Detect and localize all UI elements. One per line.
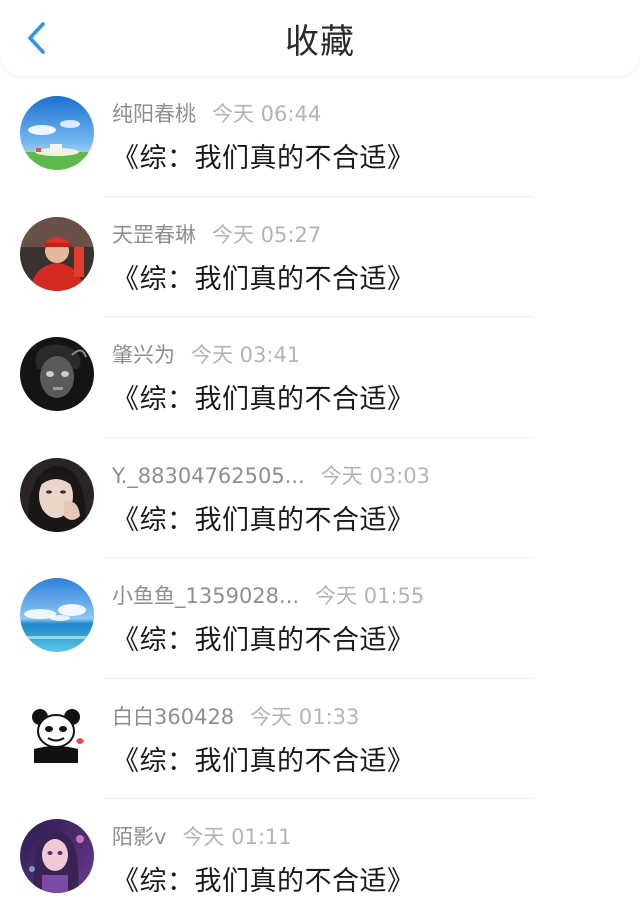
sky-landscape-avatar[interactable] — [20, 96, 94, 170]
author-name[interactable]: Y._88304762505... — [112, 464, 305, 488]
list-item[interactable]: 肇兴为 今天 03:41 《综：我们真的不合适》 — [0, 317, 640, 438]
item-meta: 纯阳春桃 今天 06:44 — [112, 98, 321, 128]
item-meta: 白白360428 今天 01:33 — [112, 701, 359, 731]
item-meta: 肇兴为 今天 03:41 — [112, 339, 300, 369]
author-name[interactable]: 天罡春琳 — [112, 223, 196, 247]
ocean-sky-avatar[interactable] — [20, 578, 94, 652]
list-item[interactable]: 天罡春琳 今天 05:27 《综：我们真的不合适》 — [0, 197, 640, 317]
book-title[interactable]: 《综：我们真的不合适》 — [112, 618, 415, 657]
item-meta: 小鱼鱼_1359028... 今天 01:55 — [112, 580, 424, 610]
timestamp: 今天 01:55 — [315, 584, 425, 608]
book-title[interactable]: 《综：我们真的不合适》 — [112, 739, 415, 778]
author-name[interactable]: 白白360428 — [112, 705, 234, 729]
author-name[interactable]: 肇兴为 — [112, 343, 175, 367]
timestamp: 今天 03:41 — [191, 343, 301, 367]
list-item[interactable]: 小鱼鱼_1359028... 今天 01:55 《综：我们真的不合适》 — [0, 558, 640, 679]
list-item[interactable]: Y._88304762505... 今天 03:03 《综：我们真的不合适》 — [0, 438, 640, 558]
timestamp: 今天 01:11 — [182, 825, 292, 849]
timestamp: 今天 03:03 — [320, 463, 430, 488]
timestamp: 今天 06:44 — [212, 102, 322, 126]
page-title: 收藏 — [285, 22, 355, 62]
girl-selfie-avatar[interactable] — [20, 457, 94, 532]
timestamp: 今天 01:33 — [250, 704, 360, 729]
item-meta: 陌影v 今天 01:11 — [112, 821, 292, 851]
book-title[interactable]: 《综：我们真的不合适》 — [112, 257, 415, 296]
list-item[interactable]: 白白360428 今天 01:33 《综：我们真的不合适》 — [0, 679, 640, 799]
book-title[interactable]: 《综：我们真的不合适》 — [112, 377, 415, 416]
anime-girl-avatar[interactable] — [20, 819, 94, 893]
favorites-list: 纯阳春桃 今天 06:44 《综：我们真的不合适》 天罡春琳 今天 05:27 《综… — [0, 76, 640, 920]
book-title[interactable]: 《综：我们真的不合适》 — [112, 136, 415, 175]
author-name[interactable]: 陌影v — [112, 825, 166, 849]
list-item[interactable]: 陌影v 今天 01:11 《综：我们真的不合适》 — [0, 799, 640, 920]
panda-meme-avatar[interactable] — [20, 698, 94, 773]
book-title[interactable]: 《综：我们真的不合适》 — [112, 498, 415, 537]
red-cap-person-avatar[interactable] — [20, 216, 94, 291]
list-item[interactable]: 纯阳春桃 今天 06:44 《综：我们真的不合适》 — [0, 76, 640, 197]
author-name[interactable]: 小鱼鱼_1359028... — [112, 584, 299, 608]
book-title[interactable]: 《综：我们真的不合适》 — [112, 859, 415, 898]
author-name[interactable]: 纯阳春桃 — [112, 102, 196, 126]
top-bar: 收藏 — [0, 0, 640, 76]
timestamp: 今天 05:27 — [212, 222, 322, 247]
dark-portrait-avatar[interactable] — [20, 337, 94, 411]
item-meta: 天罡春琳 今天 05:27 — [112, 219, 321, 249]
item-meta: Y._88304762505... 今天 03:03 — [112, 460, 430, 490]
